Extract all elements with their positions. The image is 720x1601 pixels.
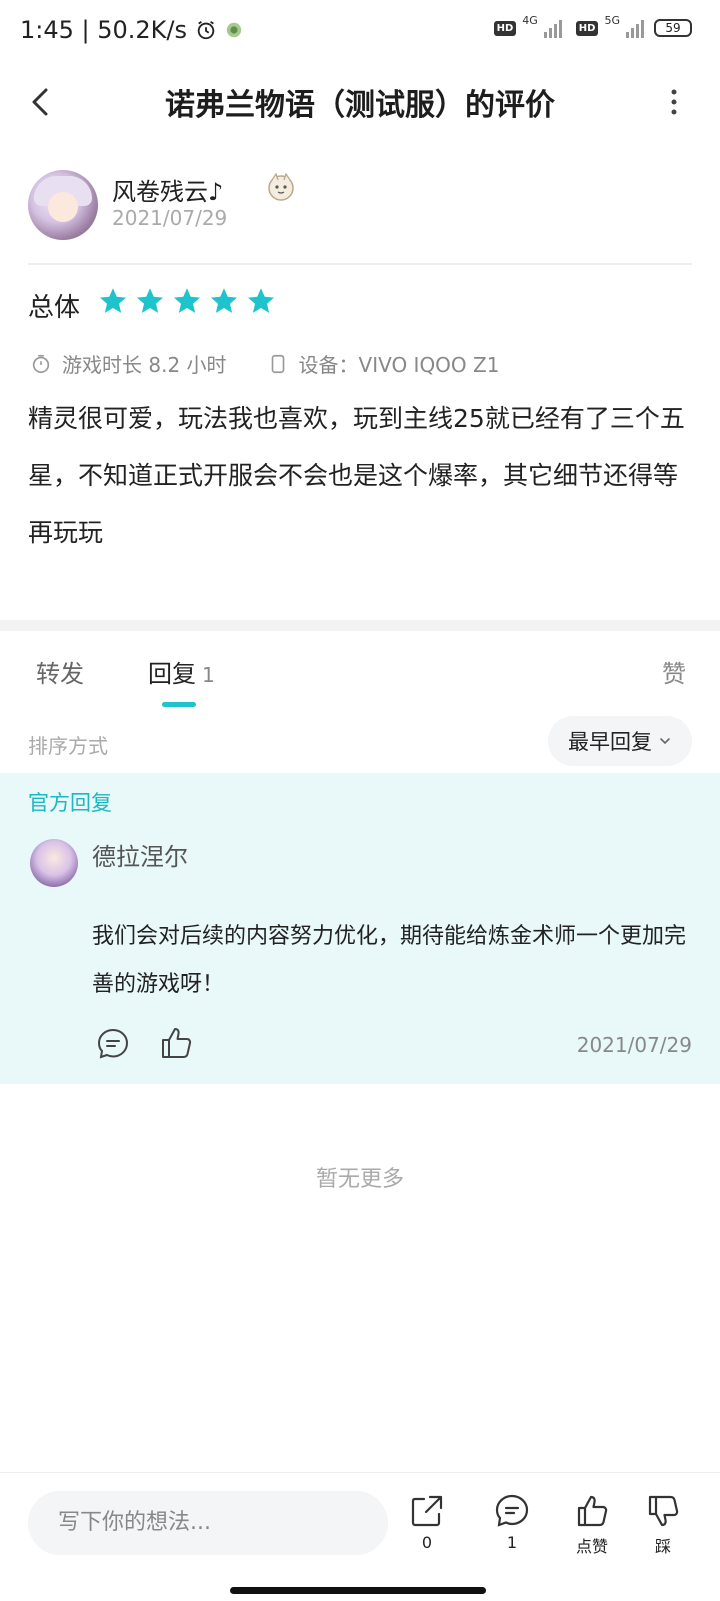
status-time-speed: 1:45 | 50.2K/s [20,16,188,44]
nav-bar: 诺弗兰物语（测试服）的评价 [0,66,720,138]
author-name[interactable]: 风卷残云♪ [112,172,223,207]
battery-indicator: 59 [654,19,692,37]
tab-reply-count: 1 [202,663,215,687]
sort-selected: 最早回复 [568,730,652,754]
tab-repost[interactable]: 转发 [36,654,84,689]
review-meta: 游戏时长 8.2 小时 设备：VIVO IQOO Z1 [30,349,499,378]
official-reply-name[interactable]: 德拉涅尔 [92,837,188,872]
official-reply-date: 2021/07/29 [576,1033,692,1057]
section-divider [0,620,720,631]
reply-button[interactable]: 1 [482,1493,542,1552]
avatar[interactable] [30,839,78,887]
no-more-label: 暂无更多 [315,1167,404,1192]
share-button[interactable]: 0 [397,1493,457,1552]
network-type-label: 5G [604,13,620,27]
review-text: 精灵很可爱，玩法我也喜欢，玩到主线25就已经有了三个五星，不知道正式开服会不会也… [28,404,685,547]
network-type-label: 4G [522,13,538,27]
active-tab-indicator [162,702,196,707]
playtime-label: 游戏时长 8.2 小时 [62,353,227,377]
thumbs-up-icon [577,1495,608,1527]
tab-like[interactable]: 赞 [662,654,686,689]
sort-label: 排序方式 [28,734,108,758]
official-reply: 官方回复 德拉涅尔 我们会对后续的内容努力优化，期待能给炼金术师一个更加完善的游… [0,773,720,1084]
thumbs-up-icon[interactable] [158,1025,194,1061]
signal-bars-icon [626,18,644,38]
overall-label: 总体 [28,293,81,323]
share-icon [411,1495,443,1527]
thumbs-down-icon [648,1495,679,1527]
comment-icon [495,1494,529,1527]
phone-icon [271,354,284,373]
reply-count: 1 [506,1533,518,1552]
like-label: 点赞 [575,1537,608,1556]
alarm-clock-icon [197,20,215,40]
stopwatch-icon [32,354,50,373]
more-vertical-icon[interactable] [664,86,684,118]
reply-tabs: 转发 回复 1 赞 [0,640,720,710]
tab-reply-label: 回复 [148,660,196,688]
status-bar: 1:45 | 50.2K/s HD 4G HD 5G 59 [0,0,720,64]
home-indicator[interactable] [230,1587,486,1594]
status-left: 1:45 | 50.2K/s [20,16,243,44]
chevron-down-icon [660,738,670,745]
dislike-button[interactable]: 踩 [633,1493,693,1557]
review-author: 风卷残云♪ 2021/07/29 [28,170,692,250]
comment-input[interactable] [28,1491,388,1555]
official-reply-text: 我们会对后续的内容努力优化，期待能给炼金术师一个更加完善的游戏呀！ [92,924,687,997]
signal-bars-icon [543,18,562,38]
device-label: 设备：VIVO IQOO Z1 [298,353,500,377]
like-button[interactable]: 点赞 [562,1493,622,1557]
official-reply-label: 官方回复 [28,791,112,815]
star-icon [137,288,163,313]
status-right: HD 4G HD 5G 59 [493,14,692,38]
star-icon [211,288,237,313]
rating-stars [98,286,276,316]
review-date: 2021/07/29 [112,206,228,230]
app-notification-icon [226,22,242,38]
hd-badge: HD [575,20,599,36]
divider [28,263,692,265]
character-badge-icon [268,172,294,201]
star-icon [248,288,274,313]
sort-dropdown[interactable]: 最早回复 [548,716,692,766]
star-icon [174,288,200,313]
dislike-label: 踩 [654,1537,671,1556]
comment-icon[interactable] [96,1027,130,1061]
star-icon [100,288,126,313]
tab-reply[interactable]: 回复 1 [148,654,215,689]
hd-badge: HD [493,20,517,36]
bottom-action-bar: 0 1 点赞 踩 [0,1472,720,1601]
share-count: 0 [421,1533,433,1552]
page-title: 诺弗兰物语（测试服）的评价 [165,88,555,123]
avatar[interactable] [28,170,98,240]
